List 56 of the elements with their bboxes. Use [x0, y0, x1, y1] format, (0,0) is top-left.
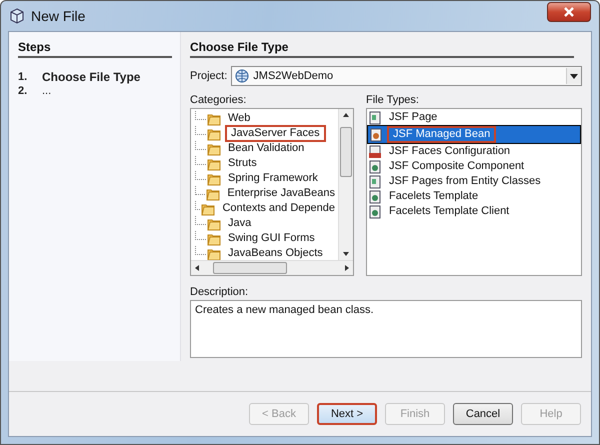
bean-icon: [369, 128, 383, 142]
category-item[interactable]: JavaServer Faces: [225, 125, 326, 142]
folder-icon: [207, 142, 221, 156]
folder-icon: [207, 112, 221, 126]
category-item[interactable]: Enterprise JavaBeans: [224, 186, 338, 201]
file-type-item[interactable]: JSF Page: [386, 110, 440, 125]
web-file-icon: [368, 190, 382, 204]
globe-icon: [235, 69, 250, 83]
project-label: Project:: [190, 70, 228, 82]
folder-icon: [206, 186, 220, 200]
folder-icon: [207, 216, 221, 230]
file-type-item[interactable]: Facelets Template Client: [386, 204, 512, 219]
description-label: Description:: [190, 286, 250, 298]
categories-label: Categories:: [190, 94, 248, 106]
step-label: Choose File Type: [42, 70, 140, 84]
file-type-item[interactable]: Facelets Template: [386, 189, 482, 204]
horizontal-scrollbar[interactable]: [191, 260, 353, 275]
caret-icon: [566, 68, 581, 84]
cube-icon: [9, 8, 25, 24]
steps-heading: Steps: [18, 40, 172, 58]
web-file-icon: [368, 204, 382, 218]
document-icon: [368, 110, 382, 124]
config-file-icon: [368, 144, 382, 158]
web-file-icon: [368, 160, 382, 174]
panel-heading: Choose File Type: [190, 40, 574, 58]
step-label: ...: [42, 84, 52, 98]
document-icon: [368, 174, 382, 188]
dialog-button[interactable]: Cancel: [453, 403, 513, 425]
file-type-item[interactable]: JSF Composite Component: [386, 159, 528, 174]
file-type-item[interactable]: JSF Managed Bean: [387, 126, 496, 143]
close-button[interactable]: [547, 2, 591, 22]
project-dropdown[interactable]: JMS2WebDemo: [231, 66, 582, 86]
vertical-scrollbar[interactable]: [338, 109, 353, 260]
dialog-button[interactable]: Next >: [317, 403, 377, 425]
step-number: 1.: [18, 70, 28, 84]
category-item[interactable]: Java: [225, 216, 254, 231]
file-type-item[interactable]: JSF Pages from Entity Classes: [386, 174, 544, 189]
folder-icon: [207, 246, 221, 260]
folder-icon: [201, 202, 216, 216]
folder-icon: [207, 126, 221, 140]
window-title: New File: [31, 8, 86, 24]
folder-icon: [207, 232, 221, 246]
category-item[interactable]: Spring Framework: [225, 171, 321, 186]
folder-icon: [207, 172, 221, 186]
category-item[interactable]: Swing GUI Forms: [225, 231, 318, 246]
category-item[interactable]: Struts: [225, 156, 260, 171]
description-box: Creates a new managed bean class.: [190, 300, 582, 358]
file-types-label: File Types:: [366, 94, 420, 106]
category-item[interactable]: JavaBeans Objects: [225, 246, 326, 260]
category-item[interactable]: Bean Validation: [225, 141, 308, 156]
file-type-item[interactable]: JSF Faces Configuration: [386, 144, 514, 159]
category-item[interactable]: Web: [225, 111, 254, 126]
close-icon: [563, 7, 575, 17]
step-number: 2.: [18, 84, 28, 98]
category-item[interactable]: Contexts and Depende: [219, 201, 338, 216]
folder-icon: [207, 156, 221, 170]
